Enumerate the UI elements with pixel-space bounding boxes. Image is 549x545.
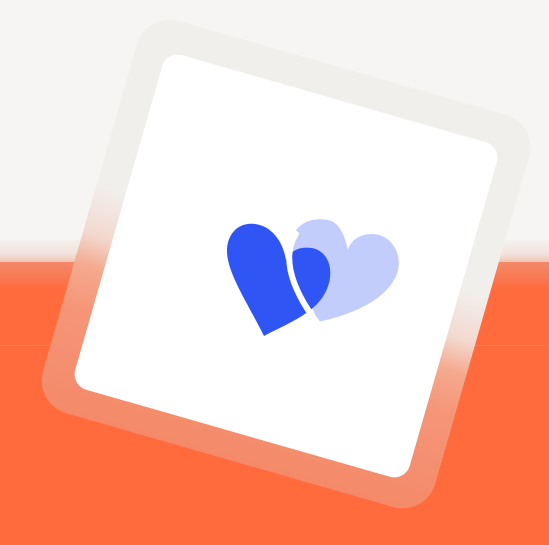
illustration-stage [0, 0, 549, 545]
two-hearts-icon [226, 219, 399, 336]
